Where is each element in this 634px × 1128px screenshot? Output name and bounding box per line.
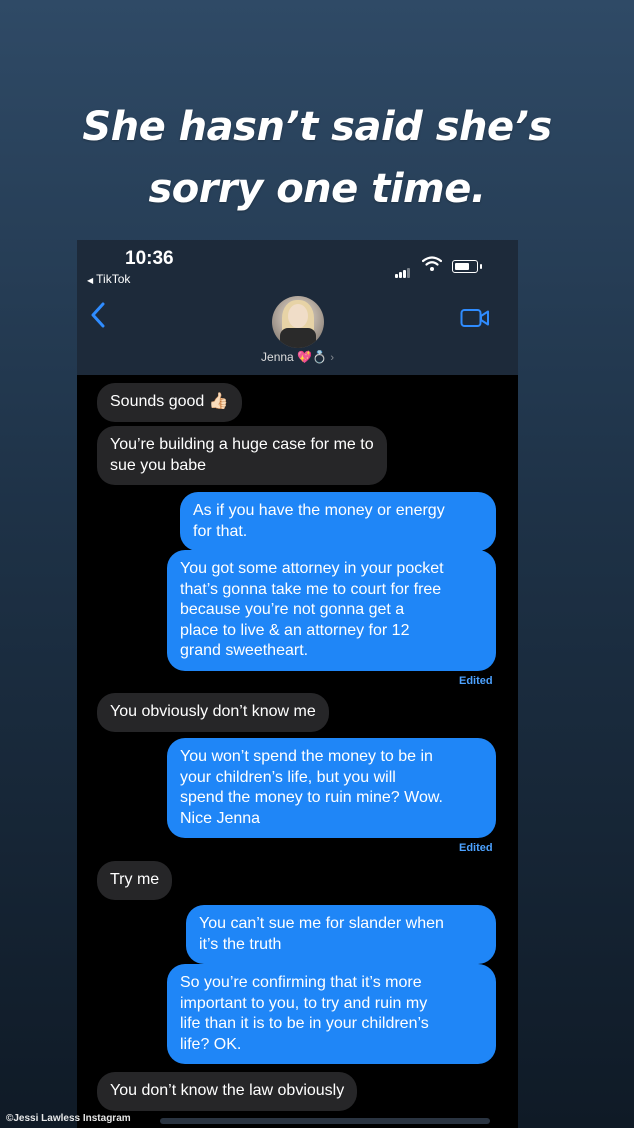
message-bubble-outgoing[interactable]: You can’t sue me for slander when it’s t… bbox=[186, 905, 496, 964]
ring-emoji: 💍 bbox=[312, 350, 327, 364]
headline-line-2: sorry one time. bbox=[148, 166, 486, 212]
message-bubble-incoming[interactable]: You don’t know the law obviously bbox=[97, 1072, 358, 1111]
battery-icon bbox=[452, 260, 482, 273]
contact-name-row[interactable]: Jenna 💖💍 › bbox=[77, 350, 518, 364]
back-triangle-icon: ◀ bbox=[87, 276, 94, 285]
heart-emoji: 💖 bbox=[297, 350, 313, 364]
message-bubble-outgoing[interactable]: You won’t spend the money to be in your … bbox=[167, 738, 496, 838]
video-call-icon[interactable] bbox=[460, 308, 490, 328]
back-to-app-link[interactable]: ◀ TikTok bbox=[87, 272, 130, 286]
phone-screenshot: 10:36 ◀ TikTok Jenna 💖💍 › Sounds good 👍🏻… bbox=[77, 240, 518, 1128]
photo-credit: ©Jessi Lawless Instagram bbox=[6, 1113, 131, 1124]
message-bubble-incoming[interactable]: Try me bbox=[97, 861, 173, 900]
message-bubble-incoming[interactable]: You obviously don’t know me bbox=[97, 693, 329, 732]
message-bubble-outgoing[interactable]: As if you have the money or energy for t… bbox=[180, 492, 496, 551]
contact-avatar[interactable] bbox=[272, 296, 324, 348]
contact-chevron-icon: › bbox=[330, 352, 334, 364]
edited-label: Edited bbox=[459, 675, 493, 687]
message-thread[interactable]: Sounds good 👍🏻 You’re building a huge ca… bbox=[77, 375, 518, 1128]
message-bubble-incoming[interactable]: Sounds good 👍🏻 bbox=[97, 383, 242, 422]
message-bubble-outgoing[interactable]: You got some attorney in your pocket tha… bbox=[167, 550, 496, 671]
cellular-signal-icon bbox=[395, 260, 411, 278]
message-bubble-outgoing[interactable]: So you’re confirming that it’s more impo… bbox=[167, 964, 496, 1064]
messages-header: 10:36 ◀ TikTok Jenna 💖💍 › bbox=[77, 240, 518, 375]
wifi-icon bbox=[422, 256, 442, 271]
story-headline: She hasn’t said she’s sorry one time. bbox=[0, 96, 634, 220]
edited-label: Edited bbox=[459, 842, 493, 854]
home-indicator bbox=[160, 1118, 490, 1124]
back-app-label: TikTok bbox=[96, 272, 131, 286]
contact-name: Jenna bbox=[261, 350, 294, 364]
headline-line-1: She hasn’t said she’s bbox=[82, 104, 552, 150]
message-bubble-incoming[interactable]: You’re building a huge case for me to su… bbox=[97, 426, 387, 485]
status-time: 10:36 bbox=[125, 248, 174, 269]
back-chevron-icon[interactable] bbox=[91, 302, 105, 328]
